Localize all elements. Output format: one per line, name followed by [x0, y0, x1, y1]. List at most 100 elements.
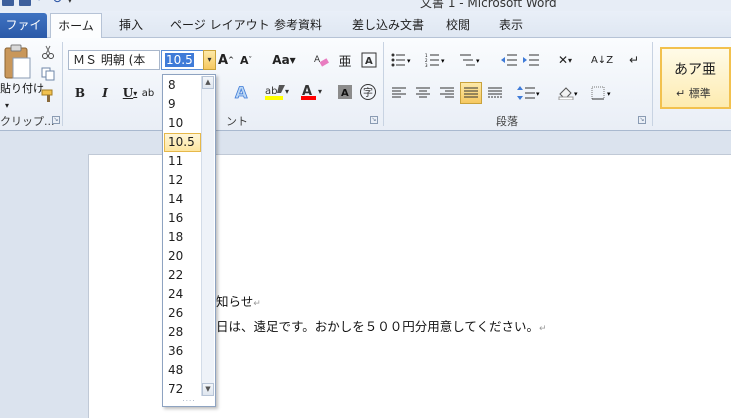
font-launcher-icon[interactable]: ↘ [370, 116, 378, 124]
distributed-icon[interactable] [486, 84, 504, 102]
font-size-option[interactable]: 28 [164, 323, 201, 342]
paragraph-launcher-icon[interactable]: ↘ [638, 116, 646, 124]
style-normal-tile[interactable]: あア亜 ↵ 標準 [660, 47, 731, 109]
font-size-dropdown: 8 9 10 10.5 11 12 14 16 18 20 22 24 26 28 36 48 72 ▲ ▼ ·… [162, 74, 216, 407]
paragraph-mark-icon: ↵ [253, 299, 261, 309]
paragraph-group-label: 段落 [496, 115, 518, 128]
font-color-icon[interactable]: A ▾ [298, 82, 326, 102]
svg-text:▾: ▾ [318, 87, 322, 96]
font-size-option[interactable]: 10 [164, 114, 201, 133]
font-size-option[interactable]: 24 [164, 285, 201, 304]
tab-references[interactable]: 参考資料 [274, 13, 322, 38]
clear-formatting-icon[interactable]: A [312, 50, 330, 70]
scroll-up-icon[interactable]: ▲ [202, 76, 214, 89]
align-center-icon[interactable] [414, 84, 432, 102]
font-group-label: ント [226, 115, 248, 128]
increase-indent-icon[interactable] [522, 51, 540, 69]
bullets-icon[interactable]: ▾ [390, 51, 414, 69]
change-case-icon[interactable]: Aa▾ [272, 51, 296, 69]
document-line-2[interactable]: 日は、遠足です。おかしを５００円分用意してください。↵ [216, 316, 547, 335]
font-size-option[interactable]: 10.5 [164, 133, 201, 152]
svg-text:▾: ▾ [285, 87, 289, 96]
resize-grip-icon[interactable]: ···· [181, 398, 197, 405]
font-size-option[interactable]: 48 [164, 361, 201, 380]
justify-button[interactable] [460, 82, 482, 104]
font-size-option[interactable]: 20 [164, 247, 201, 266]
enclose-characters-icon[interactable]: A [360, 50, 378, 70]
svg-text:A: A [365, 56, 373, 67]
tab-view[interactable]: 表示 [499, 13, 523, 38]
text-effects-icon[interactable]: A [232, 82, 254, 102]
svg-text:A: A [341, 88, 349, 99]
tab-home[interactable]: ホーム [50, 13, 102, 39]
svg-text:▾: ▾ [607, 90, 611, 98]
line-spacing-icon[interactable]: ▾ [516, 84, 542, 102]
borders-icon[interactable]: ▾ [590, 84, 616, 102]
shading-icon[interactable]: ▾ [556, 84, 582, 102]
svg-text:▾: ▾ [574, 90, 578, 98]
save-icon[interactable] [19, 0, 31, 6]
font-size-option[interactable]: 12 [164, 171, 201, 190]
quick-access-toolbar: ↶ ↻ ▾ [0, 0, 72, 10]
sort-icon[interactable]: A↓Z [591, 51, 613, 69]
paragraph-mark-icon: ↵ [676, 87, 686, 100]
font-size-input[interactable]: 10.5 [161, 50, 205, 70]
ribbon-tabs: ファイル ホーム 挿入 ページ レイアウト 参考資料 差し込み文書 校閲 表示 [0, 11, 731, 57]
font-name-input[interactable]: ＭＳ 明朝 (本 [68, 50, 160, 70]
tab-page-layout[interactable]: ページ レイアウト [170, 13, 270, 38]
font-size-option[interactable]: 14 [164, 190, 201, 209]
font-size-dropdown-button[interactable]: ▾ [203, 50, 216, 70]
decrease-indent-icon[interactable] [500, 51, 518, 69]
align-left-icon[interactable] [390, 84, 408, 102]
highlight-color-icon[interactable]: ab ▾ [262, 82, 292, 102]
paste-dropdown-icon[interactable]: ▾ [2, 100, 12, 110]
redo-icon[interactable]: ↻ [52, 0, 63, 6]
character-shading-icon[interactable]: A [336, 82, 354, 102]
strikethrough-button[interactable]: ab [141, 84, 155, 102]
paragraph-mark-icon: ↵ [539, 324, 547, 334]
underline-button[interactable]: U ▾ [120, 84, 140, 102]
clipboard-launcher-icon[interactable]: ↘ [52, 116, 60, 124]
word-app-icon [2, 0, 14, 6]
tab-mailings[interactable]: 差し込み文書 [352, 13, 424, 38]
font-size-option[interactable]: 26 [164, 304, 201, 323]
shrink-font-icon[interactable]: Aˇ [238, 51, 254, 69]
customize-qat-icon[interactable]: ▾ [68, 0, 72, 6]
font-size-option[interactable]: 11 [164, 152, 201, 171]
style-sample-text: あア亜 [674, 62, 716, 78]
scroll-down-icon[interactable]: ▼ [202, 383, 214, 396]
tab-file[interactable]: ファイル [0, 13, 47, 57]
format-painter-icon[interactable] [40, 88, 56, 104]
font-size-option[interactable]: 18 [164, 228, 201, 247]
undo-icon[interactable]: ↶ [36, 0, 47, 6]
group-separator [652, 42, 653, 126]
svg-text:A: A [235, 83, 248, 101]
font-size-option[interactable]: 36 [164, 342, 201, 361]
paste-button[interactable] [0, 42, 34, 82]
paste-label: 貼り付け [0, 82, 44, 95]
document-workspace: 知らせ↵ 日は、遠足です。おかしを５００円分用意してください。↵ [0, 131, 731, 418]
font-size-option[interactable]: 16 [164, 209, 201, 228]
enclosed-character-icon[interactable]: 字 [358, 82, 378, 102]
tab-review[interactable]: 校閲 [446, 13, 470, 38]
dropdown-scrollbar[interactable]: ▲ ▼ [201, 76, 214, 396]
bold-button[interactable]: B [72, 84, 88, 102]
italic-button[interactable]: I [97, 84, 113, 102]
phonetic-guide-icon[interactable]: 亜 [336, 50, 354, 70]
copy-icon[interactable] [40, 66, 56, 82]
svg-text:▾: ▾ [536, 90, 540, 98]
font-size-option[interactable]: 8 [164, 76, 201, 95]
font-size-option[interactable]: 22 [164, 266, 201, 285]
font-size-value: 10.5 [165, 53, 194, 67]
font-size-option[interactable]: 9 [164, 95, 201, 114]
grow-font-icon[interactable]: A ^ [218, 51, 234, 69]
align-right-icon[interactable] [438, 84, 456, 102]
asian-layout-icon[interactable]: ✕ ▾ [552, 51, 578, 69]
numbering-icon[interactable]: 1 2 3 ▾ [424, 51, 448, 69]
cut-icon[interactable] [40, 44, 56, 60]
ribbon-home: 貼り付け ▾ クリップ... ↘ ＭＳ 明朝 (本 10.5 ▾ A ^ Aˇ A… [0, 38, 731, 131]
document-line-1[interactable]: 知らせ↵ [216, 291, 261, 310]
multilevel-list-icon[interactable]: ▾ [458, 51, 484, 69]
tab-insert[interactable]: 挿入 [119, 13, 143, 38]
show-formatting-marks-icon[interactable]: ↵ [626, 51, 642, 69]
